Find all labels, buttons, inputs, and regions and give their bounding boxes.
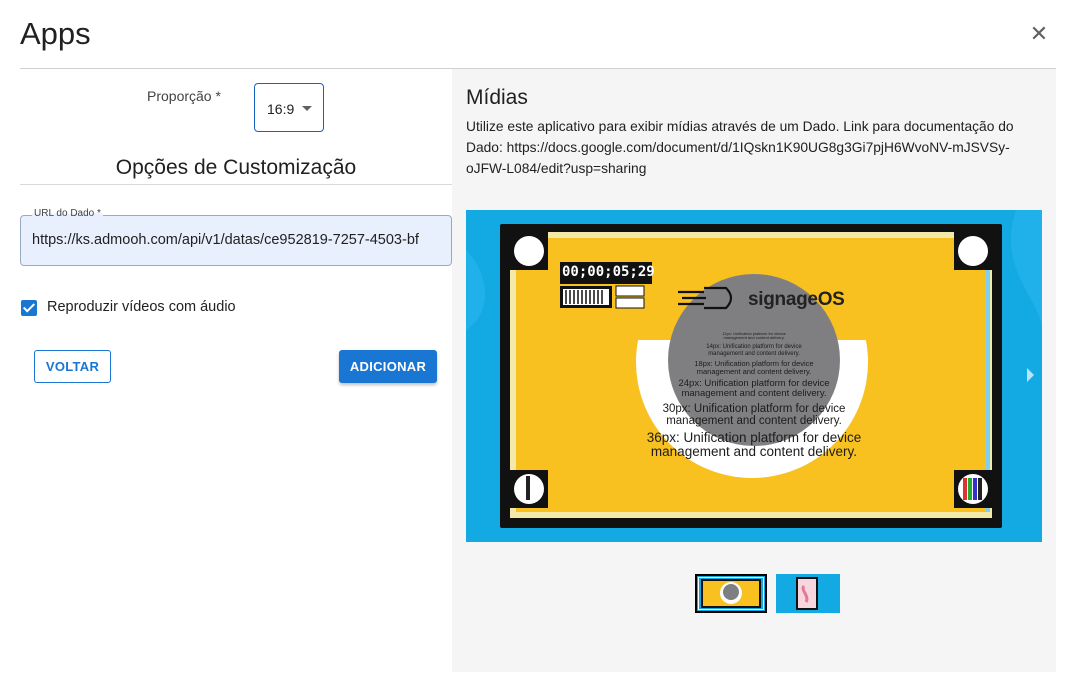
close-icon[interactable]: ✕ <box>1026 22 1052 48</box>
media-panel: Mídias Utilize este aplicativo para exib… <box>452 69 1056 672</box>
preview-line: management and content delivery. <box>696 366 812 376</box>
audio-checkbox-label[interactable]: Reproduzir vídeos com áudio <box>47 299 236 315</box>
chevron-right-icon[interactable] <box>1027 368 1034 382</box>
preview-brand: signageOS <box>748 289 845 310</box>
thumbnail-1-image <box>697 576 765 611</box>
back-button[interactable]: VOLTAR <box>34 350 111 383</box>
customization-title: Opções de Customização <box>115 156 357 179</box>
caret-down-icon <box>302 106 312 111</box>
media-preview: 00;00;05;29 signageOS 12px: Unification … <box>466 210 1042 542</box>
dialog-title: Apps <box>20 16 91 51</box>
thumbnail-2[interactable] <box>776 574 840 613</box>
proportion-label: Proporção * <box>147 88 221 104</box>
preview-line: 30px: Unification platform for device <box>662 402 846 415</box>
url-label: URL do Dado * <box>32 208 103 219</box>
preview-line: management and content delivery. <box>708 350 800 357</box>
apps-dialog: Apps ✕ Proporção * 16:9 Opções de Custom… <box>0 0 1078 685</box>
preview-line: management and content delivery. <box>681 387 827 399</box>
preview-line: management and content delivery. <box>666 414 842 427</box>
media-description: Utilize este aplicativo para exibir mídi… <box>466 119 1014 176</box>
proportion-select[interactable]: 16:9 <box>254 83 324 132</box>
url-input[interactable] <box>32 232 451 248</box>
add-button[interactable]: ADICIONAR <box>339 350 437 383</box>
media-title: Mídias <box>466 86 528 109</box>
preview-line: 12px: Unification platform for device ma… <box>722 331 786 341</box>
preview-line: management and content delivery. <box>650 443 858 459</box>
thumbnail-2-image <box>776 574 840 613</box>
preview-timecode: 00;00;05;29 <box>562 264 655 280</box>
audio-checkbox[interactable] <box>21 300 37 316</box>
url-field[interactable] <box>20 215 452 266</box>
thumbnail-1[interactable] <box>695 574 767 613</box>
proportion-value: 16:9 <box>267 101 295 117</box>
customization-divider <box>20 184 452 185</box>
preview-text: 12px: Unification platform for device ma… <box>626 331 882 459</box>
preview-line: 36px: Unification platform for device <box>646 429 862 445</box>
